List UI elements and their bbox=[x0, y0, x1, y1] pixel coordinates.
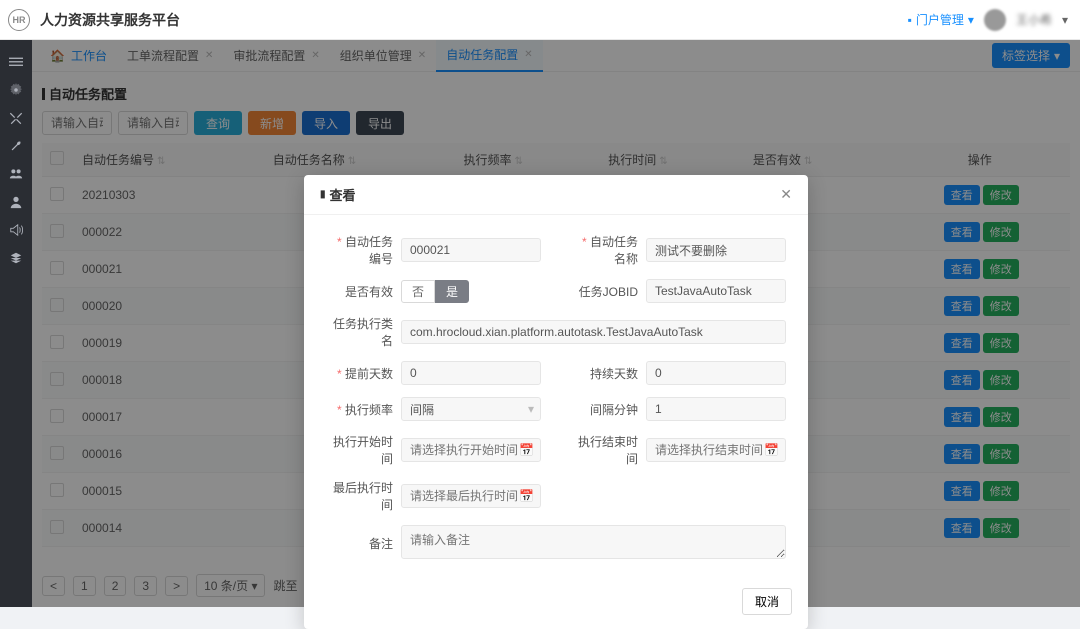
class-field[interactable] bbox=[401, 320, 786, 344]
interval-field[interactable] bbox=[646, 397, 786, 421]
header: HR 人力资源共享服务平台 ▪ 门户管理 ▾ 王小希 ▾ bbox=[0, 0, 1080, 40]
app-title: 人力资源共享服务平台 bbox=[40, 10, 180, 30]
chevron-down-icon: ▾ bbox=[528, 402, 534, 416]
user-name[interactable]: 王小希 bbox=[1016, 11, 1052, 28]
close-icon[interactable]: ✕ bbox=[780, 186, 792, 203]
valid-radio[interactable]: 否是 bbox=[401, 280, 541, 303]
calendar-icon: 📅 bbox=[519, 443, 534, 457]
code-field[interactable] bbox=[401, 238, 541, 262]
layers-icon[interactable] bbox=[0, 244, 32, 272]
modal-title: 查看 bbox=[320, 185, 356, 204]
name-field[interactable] bbox=[646, 238, 786, 262]
dur-days-field[interactable] bbox=[646, 361, 786, 385]
freq-select[interactable] bbox=[401, 397, 541, 421]
user-icon[interactable] bbox=[0, 188, 32, 216]
cancel-button[interactable]: 取消 bbox=[742, 588, 792, 615]
avatar[interactable] bbox=[984, 9, 1006, 31]
sidebar bbox=[0, 40, 32, 607]
view-modal: 查看 ✕ 自动任务编号 自动任务名称 是否有效否是 任务JOBID 任务执行类名 bbox=[304, 175, 808, 629]
chevron-down-icon: ▾ bbox=[1062, 13, 1068, 27]
tools-icon[interactable] bbox=[0, 104, 32, 132]
portal-menu[interactable]: ▪ 门户管理 ▾ bbox=[908, 11, 974, 28]
calendar-icon: 📅 bbox=[519, 489, 534, 503]
speaker-icon[interactable] bbox=[0, 216, 32, 244]
app-logo: HR bbox=[8, 9, 30, 31]
modal-mask[interactable]: 查看 ✕ 自动任务编号 自动任务名称 是否有效否是 任务JOBID 任务执行类名 bbox=[32, 40, 1080, 607]
gear-icon[interactable] bbox=[0, 76, 32, 104]
jobid-field[interactable] bbox=[646, 279, 786, 303]
users-icon[interactable] bbox=[0, 160, 32, 188]
calendar-icon: 📅 bbox=[764, 443, 779, 457]
remark-field[interactable] bbox=[401, 525, 786, 559]
pre-days-field[interactable] bbox=[401, 361, 541, 385]
wrench-icon[interactable] bbox=[0, 132, 32, 160]
menu-icon[interactable] bbox=[0, 48, 32, 76]
